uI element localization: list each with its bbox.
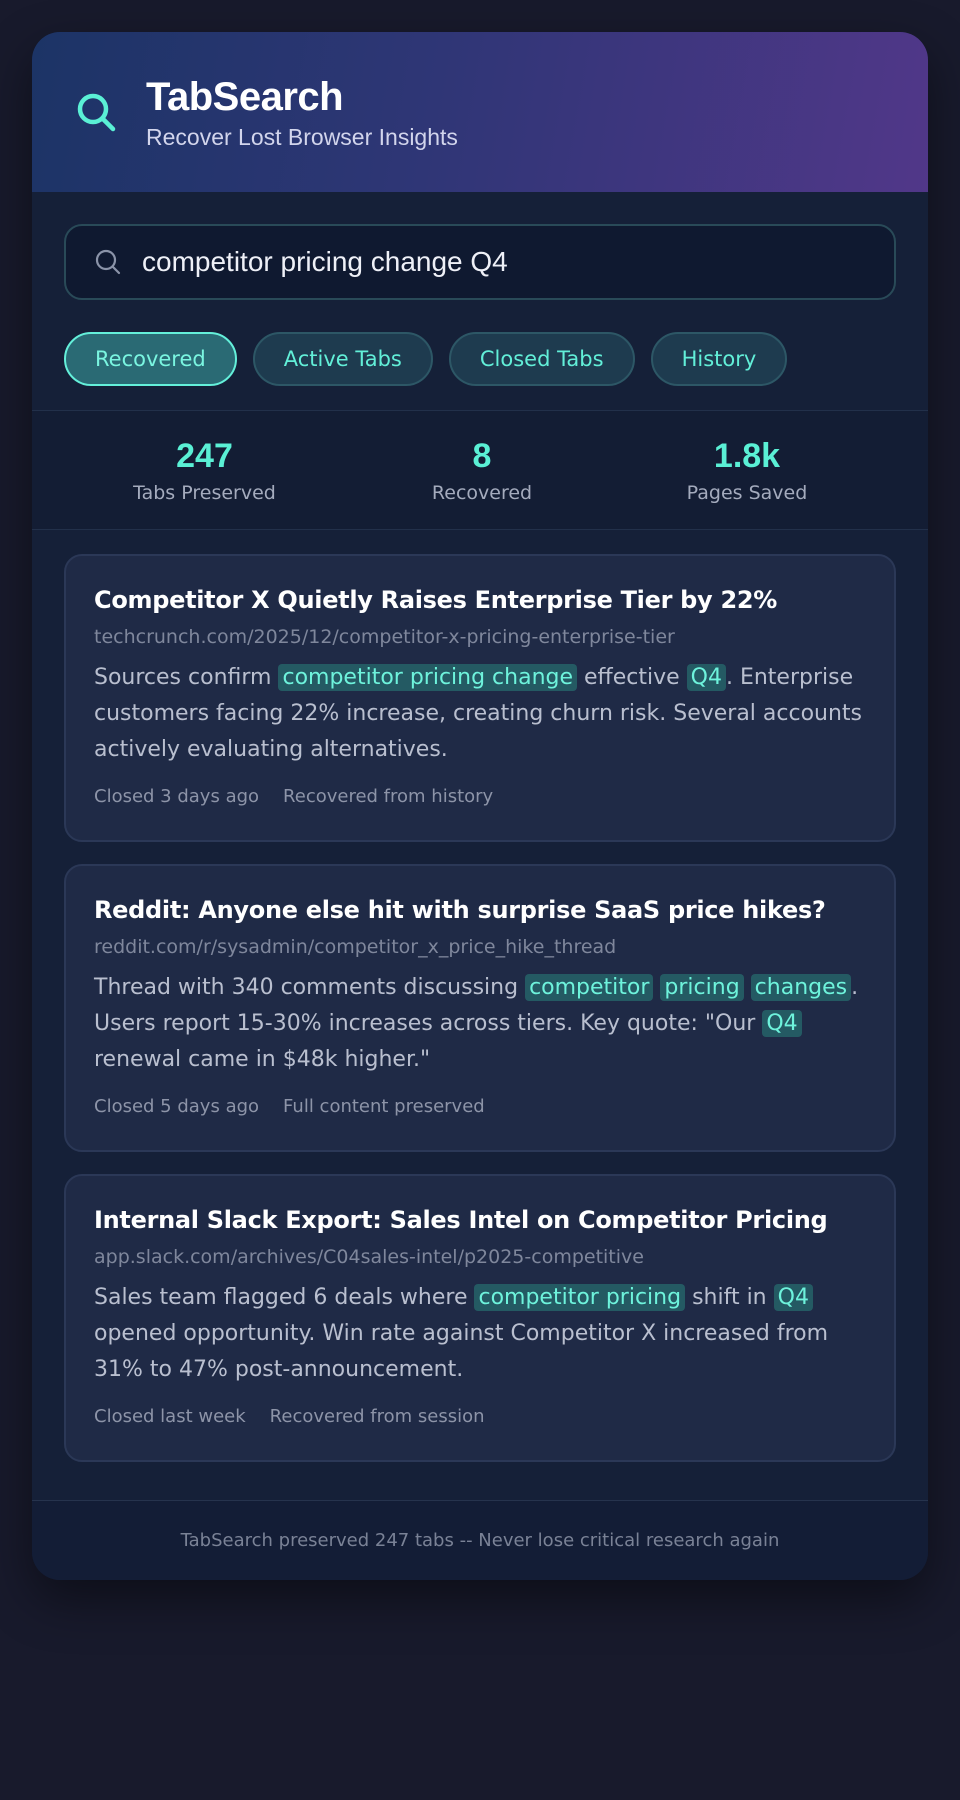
result-card[interactable]: Internal Slack Export: Sales Intel on Co… — [64, 1174, 896, 1462]
recovery-source: Recovered from history — [283, 786, 494, 807]
filter-closed-tabs[interactable]: Closed Tabs — [448, 332, 635, 386]
snippet-text: shift in — [685, 1285, 774, 1310]
filter-history[interactable]: History — [650, 332, 788, 386]
search-term-highlight: Q4 — [773, 1284, 813, 1311]
snippet-text: opened opportunity. Win rate against Com… — [94, 1321, 829, 1382]
search-box[interactable] — [64, 224, 896, 300]
search-term-highlight: pricing — [660, 974, 744, 1001]
filter-tabs: Recovered Active Tabs Closed Tabs Histor… — [32, 300, 928, 386]
search-term-highlight: changes — [750, 974, 852, 1001]
stat-value: 8 — [472, 437, 492, 475]
search-section — [32, 192, 928, 300]
app-title: TabSearch — [146, 74, 344, 119]
snippet-text: renewal came in $48k higher." — [94, 1047, 431, 1072]
result-snippet: Sources confirm competitor pricing chang… — [94, 660, 866, 768]
recovery-source: Full content preserved — [283, 1096, 485, 1117]
filter-recovered[interactable]: Recovered — [64, 332, 237, 386]
app-subtitle: Recover Lost Browser Insights — [146, 123, 458, 150]
recovery-source: Recovered from session — [269, 1406, 485, 1427]
snippet-text — [744, 975, 751, 1000]
result-snippet: Sales team flagged 6 deals where competi… — [94, 1280, 866, 1388]
result-title[interactable]: Reddit: Anyone else hit with surprise Sa… — [94, 894, 866, 926]
search-input[interactable] — [142, 246, 894, 278]
search-icon — [95, 249, 121, 275]
result-url[interactable]: reddit.com/r/sysadmin/competitor_x_price… — [94, 934, 866, 960]
snippet-text: effective — [577, 665, 687, 690]
result-title[interactable]: Competitor X Quietly Raises Enterprise T… — [94, 584, 866, 616]
brand: TabSearch Recover Lost Browser Insights — [146, 74, 458, 151]
stat-value: 247 — [176, 437, 233, 475]
app-header: TabSearch Recover Lost Browser Insights — [32, 32, 928, 192]
search-term-highlight: Q4 — [686, 664, 726, 691]
result-card[interactable]: Reddit: Anyone else hit with surprise Sa… — [64, 864, 896, 1152]
stat-label: Pages Saved — [686, 482, 808, 504]
result-meta: Closed 5 days ago Full content preserved — [94, 1096, 866, 1117]
closed-time: Closed 5 days ago — [94, 1096, 260, 1117]
result-meta: Closed 3 days ago Recovered from history — [94, 786, 866, 807]
closed-time: Closed last week — [94, 1406, 246, 1427]
stat-value: 1.8k — [713, 437, 781, 475]
snippet-text: Thread with 340 comments discussing — [94, 975, 526, 1000]
footer-text: TabSearch preserved 247 tabs -- Never lo… — [32, 1500, 928, 1580]
search-term-highlight: Q4 — [762, 1010, 802, 1037]
stat-label: Tabs Preserved — [133, 482, 276, 504]
stat-recovered: 8 Recovered — [377, 411, 587, 529]
result-url[interactable]: app.slack.com/archives/C04sales-intel/p2… — [94, 1244, 866, 1270]
snippet-text: Sources confirm — [94, 665, 279, 690]
results-list: Competitor X Quietly Raises Enterprise T… — [32, 530, 928, 1462]
search-term-highlight: competitor pricing change — [278, 664, 578, 691]
result-meta: Closed last week Recovered from session — [94, 1406, 866, 1427]
result-snippet: Thread with 340 comments discussing comp… — [94, 970, 866, 1078]
result-card[interactable]: Competitor X Quietly Raises Enterprise T… — [64, 554, 896, 842]
snippet-text: Sales team flagged 6 deals where — [94, 1285, 475, 1310]
stat-label: Recovered — [431, 482, 533, 504]
filter-active-tabs[interactable]: Active Tabs — [252, 332, 433, 386]
stats-bar: 247 Tabs Preserved 8 Recovered 1.8k Page… — [32, 410, 928, 530]
result-title[interactable]: Internal Slack Export: Sales Intel on Co… — [94, 1204, 866, 1236]
app-window: TabSearch Recover Lost Browser Insights … — [32, 32, 928, 1580]
result-url[interactable]: techcrunch.com/2025/12/competitor-x-pric… — [94, 624, 866, 650]
search-term-highlight: competitor pricing — [474, 1284, 686, 1311]
stat-pages-saved: 1.8k Pages Saved — [587, 411, 907, 529]
search-term-highlight: competitor — [525, 974, 654, 1001]
search-icon — [77, 93, 116, 132]
stat-tabs-preserved: 247 Tabs Preserved — [32, 411, 377, 529]
closed-time: Closed 3 days ago — [94, 786, 260, 807]
